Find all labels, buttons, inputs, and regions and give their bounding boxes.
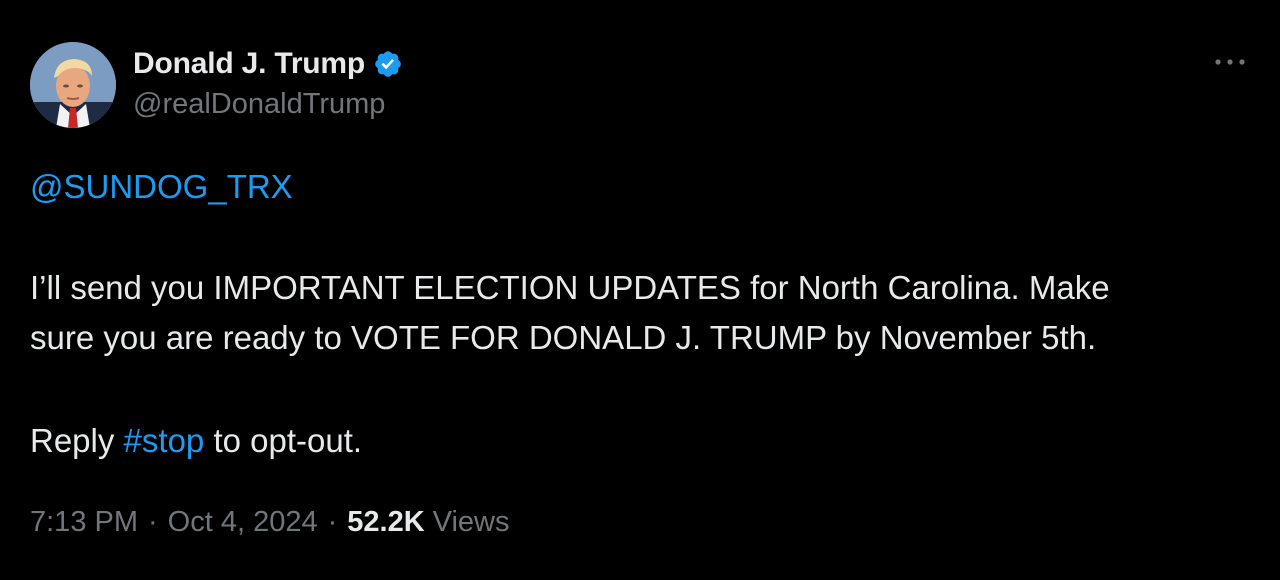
more-horizontal-icon <box>1215 59 1245 65</box>
tweet-text-line-2: sure you are ready to VOTE FOR DONALD J.… <box>30 319 1097 356</box>
reply-prefix-text: Reply <box>30 422 124 459</box>
tweet-time: 7:13 PM <box>30 506 138 538</box>
avatar-image <box>30 42 116 128</box>
mention-link[interactable]: @SUNDOG_TRX <box>30 168 293 205</box>
verified-badge-icon <box>373 49 403 79</box>
meta-separator: · <box>327 506 338 538</box>
meta-separator: · <box>148 506 158 538</box>
reply-suffix-text: to opt-out. <box>204 422 363 459</box>
author-display-name[interactable]: Donald J. Trump <box>133 47 365 81</box>
tweet-mention-line: @SUNDOG_TRX <box>30 162 293 212</box>
tweet-date-link[interactable]: Oct 4, 2024 <box>168 506 318 539</box>
author-name-row: Donald J. Trump <box>133 45 403 83</box>
more-options-button[interactable] <box>1210 50 1250 74</box>
tweet-reply-line: Reply #stop to opt-out. <box>30 416 362 466</box>
tweet-meta: 7:13 PM · Oct 4, 2024 · 52.2K Views <box>30 506 510 539</box>
views-count[interactable]: 52.2K <box>347 506 424 539</box>
tweet-text-line-1: I’ll send you IMPORTANT ELECTION UPDATES… <box>30 269 1110 306</box>
hashtag-link[interactable]: #stop <box>124 422 205 459</box>
tweet-card: Donald J. Trump @realDonaldTrump @SUNDOG… <box>0 0 1280 580</box>
author-handle[interactable]: @realDonaldTrump <box>133 88 385 121</box>
tweet-date: Oct 4, 2024 <box>167 506 318 538</box>
views-label: Views <box>432 506 510 538</box>
avatar[interactable] <box>30 42 116 128</box>
tweet-time-link[interactable]: 7:13 PM <box>30 506 138 539</box>
